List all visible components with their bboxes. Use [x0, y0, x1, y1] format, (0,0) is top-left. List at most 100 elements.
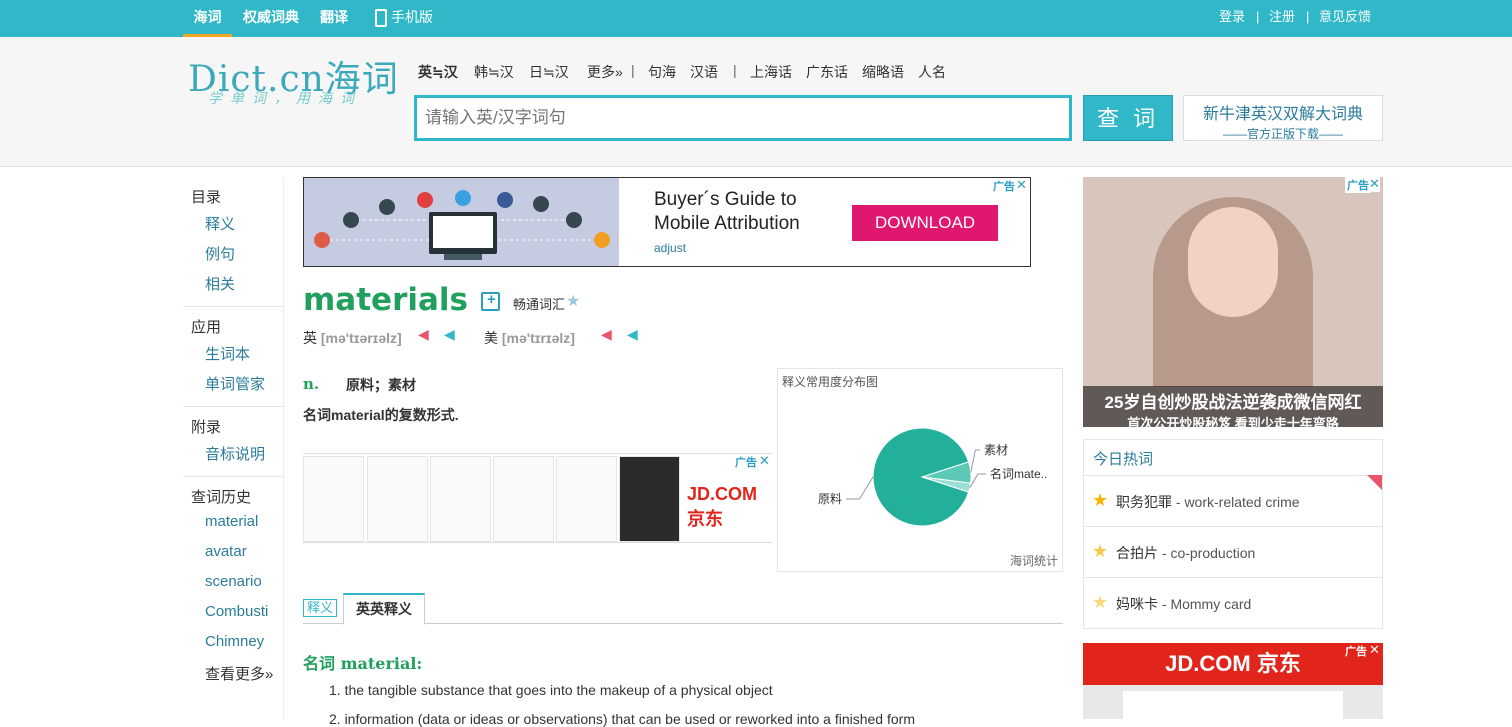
- pie-label: 原料: [818, 492, 842, 506]
- jd-logo: JD.COM 京东: [687, 484, 758, 529]
- nav-translate[interactable]: 翻译: [320, 0, 348, 37]
- tab-en-zh[interactable]: 英≒汉: [418, 62, 458, 82]
- ad-caption-line1: 25岁自创炒股战法逆袭成微信网红: [1104, 393, 1362, 412]
- close-icon[interactable]: ✕: [759, 453, 770, 469]
- banner-ad[interactable]: Buyer´s Guide to Mobile Attribution DOWN…: [303, 177, 1031, 267]
- us-pronunciation: 美 [mə'tɪrɪəlz]: [484, 328, 575, 348]
- history-item-material[interactable]: material: [205, 513, 258, 530]
- headword: materials: [303, 282, 468, 318]
- top-navigation-bar: 海词 权威词典 翻译 手机版 登录 | 注册 | 意见反馈: [0, 0, 1512, 37]
- divider: [283, 178, 284, 719]
- product-power-strip-white[interactable]: [493, 456, 554, 542]
- hot-words-panel: 今日热词 ★ 职务犯罪 - work-related crime ★ 合拍片 -…: [1083, 439, 1383, 629]
- separator: |: [1256, 9, 1260, 24]
- sidebar-item-word-manager[interactable]: 单词管家: [205, 373, 265, 394]
- product-phone[interactable]: [619, 456, 680, 542]
- history-item-combusti[interactable]: Combusti: [205, 603, 268, 620]
- uk-label: 英: [303, 330, 317, 346]
- pie-label: 名词mate..: [990, 466, 1047, 481]
- hot-word-item[interactable]: ★ 妈咪卡 - Mommy card: [1084, 577, 1382, 628]
- download-button[interactable]: DOWNLOAD: [852, 205, 998, 241]
- hot-word-link[interactable]: 妈咪卡 - Mommy card: [1116, 594, 1251, 614]
- ad-label: 广告: [1345, 646, 1367, 658]
- logo[interactable]: Dict.cn海词 学单词，用海词: [188, 50, 413, 110]
- speaker-icon-us-male[interactable]: ◀: [627, 326, 638, 343]
- tab-cantonese[interactable]: 广东话: [806, 62, 848, 82]
- ad-content: [1123, 691, 1343, 719]
- jd-ad[interactable]: JD.COM 京东 广告 ✕: [1083, 643, 1383, 719]
- speaker-icon-us-female[interactable]: ◀: [601, 326, 612, 343]
- hot-word-en: - work-related crime: [1175, 494, 1300, 510]
- twitter-icon: [455, 190, 471, 206]
- pie-label: 素材: [984, 443, 1008, 457]
- product-usb-charger[interactable]: [556, 456, 617, 542]
- history-item-scenario[interactable]: scenario: [205, 573, 262, 590]
- ad-headline-line1: Buyer´s Guide to: [654, 189, 797, 210]
- ad-photo-face: [1188, 207, 1278, 317]
- star-icon: ★: [1092, 490, 1109, 510]
- tab-names[interactable]: 人名: [918, 62, 946, 82]
- sidebar-item-vocab-book[interactable]: 生词本: [205, 343, 250, 364]
- hot-word-item[interactable]: ★ 职务犯罪 - work-related crime: [1084, 475, 1382, 526]
- tab-separator: |: [631, 62, 635, 78]
- product-smart-lock[interactable]: [367, 456, 428, 542]
- sidebar-heading-apps: 应用: [191, 319, 222, 336]
- hot-word-zh: 妈咪卡: [1116, 596, 1158, 612]
- phone-icon: [533, 196, 549, 212]
- history-item-chimney[interactable]: Chimney: [205, 633, 264, 650]
- us-label: 美: [484, 330, 498, 346]
- tab-definitions[interactable]: 释义: [303, 599, 337, 617]
- chinese-definition: 原料；素材: [346, 377, 416, 393]
- part-of-speech: n.: [303, 375, 320, 393]
- ad-headline: Buyer´s Guide to Mobile Attribution: [654, 188, 800, 236]
- hot-word-zh: 职务犯罪: [1116, 494, 1172, 510]
- tab-shanghainese[interactable]: 上海话: [750, 62, 792, 82]
- product-power-cube[interactable]: [430, 456, 491, 542]
- sidebar-item-examples[interactable]: 例句: [205, 243, 235, 264]
- speaker-icon-uk-female[interactable]: ◀: [418, 326, 429, 343]
- add-to-vocab-icon[interactable]: [481, 291, 500, 311]
- ad-brand: adjust: [654, 241, 687, 255]
- sidebar-heading-contents: 目录: [191, 189, 222, 206]
- tab-english-english[interactable]: 英英释义: [343, 593, 425, 625]
- star-icon: ★: [566, 293, 581, 310]
- ad-caption: 25岁自创炒股战法逆袭成微信网红 首次公开炒股秘笈 看到少走十年弯路: [1083, 386, 1383, 427]
- close-icon[interactable]: ✕: [1016, 178, 1027, 193]
- mail-icon: [566, 212, 582, 228]
- sidebar-item-definitions[interactable]: 释义: [205, 213, 235, 234]
- uk-phonetic: [mə'tɪərɪəlz]: [320, 330, 402, 346]
- login-link[interactable]: 登录: [1219, 0, 1245, 37]
- tab-chinese[interactable]: 汉语: [690, 62, 718, 82]
- star-icon: ★: [1092, 541, 1109, 561]
- register-link[interactable]: 注册: [1269, 0, 1295, 37]
- tab-sentences[interactable]: 句海: [648, 62, 676, 82]
- nav-mobile[interactable]: 手机版: [375, 0, 433, 37]
- feedback-link[interactable]: 意见反馈: [1319, 0, 1371, 37]
- nav-authoritative-dict[interactable]: 权威词典: [243, 0, 299, 37]
- tab-ko-zh[interactable]: 韩≒汉: [474, 62, 514, 82]
- sidebar-item-phonetics-guide[interactable]: 音标说明: [205, 443, 265, 464]
- hot-word-link[interactable]: 合拍片 - co-production: [1116, 543, 1255, 563]
- history-item-avatar[interactable]: avatar: [205, 543, 247, 560]
- pie-leader-line: [969, 473, 986, 488]
- definition-tabs: 释义 英英释义: [303, 593, 1063, 625]
- hot-word-link[interactable]: 职务犯罪 - work-related crime: [1116, 492, 1300, 512]
- tab-ja-zh[interactable]: 日≒汉: [529, 62, 569, 82]
- hot-word-en: - Mommy card: [1161, 596, 1252, 612]
- nav-mobile-label: 手机版: [391, 9, 433, 25]
- sidebar-item-related[interactable]: 相关: [205, 273, 235, 294]
- oxford-dictionary-promo[interactable]: 新牛津英汉双解大词典 ——官方正版下载——: [1183, 95, 1383, 141]
- search-input[interactable]: [417, 98, 1069, 138]
- tab-abbreviations[interactable]: 缩略语: [862, 62, 904, 82]
- tab-more[interactable]: 更多»: [587, 62, 623, 82]
- nav-haici[interactable]: 海词: [183, 0, 232, 37]
- side-ad[interactable]: 25岁自创炒股战法逆袭成微信网红 首次公开炒股秘笈 看到少走十年弯路 广告 ✕: [1083, 177, 1383, 427]
- close-icon[interactable]: ✕: [1369, 643, 1380, 658]
- hot-word-item[interactable]: ★ 合拍片 - co-production: [1084, 526, 1382, 577]
- history-see-more[interactable]: 查看更多»: [205, 663, 273, 684]
- product-ad[interactable]: JD.COM 京东 广告 ✕: [303, 453, 773, 543]
- search-button[interactable]: 查 词: [1083, 95, 1173, 141]
- product-power-strip[interactable]: [303, 456, 364, 542]
- close-icon[interactable]: ✕: [1369, 177, 1380, 192]
- speaker-icon-uk-male[interactable]: ◀: [444, 326, 455, 343]
